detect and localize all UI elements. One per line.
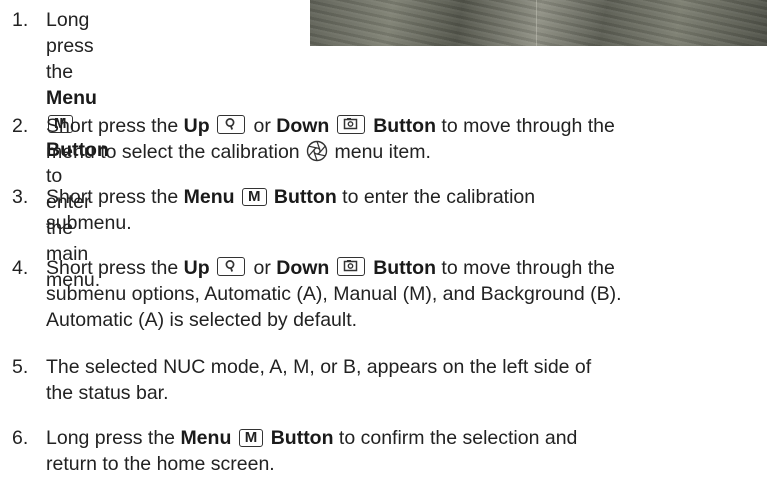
step-number: 5. xyxy=(12,356,29,378)
step-number: 2. xyxy=(12,115,29,137)
step-number: 4. xyxy=(12,257,29,279)
camera-icon xyxy=(336,115,365,134)
camera-icon xyxy=(336,257,365,276)
zoom-magnifier-icon xyxy=(217,257,246,276)
menu-key-icon: M xyxy=(242,188,267,206)
step-number: 6. xyxy=(12,427,29,449)
step-number: 1. xyxy=(12,9,29,31)
aperture-icon xyxy=(306,140,328,162)
zoom-magnifier-icon xyxy=(217,115,246,134)
menu-key-icon: M xyxy=(238,429,264,447)
device-photo xyxy=(310,0,767,46)
menu-label: Menu xyxy=(46,87,97,109)
step-number: 3. xyxy=(12,186,29,208)
